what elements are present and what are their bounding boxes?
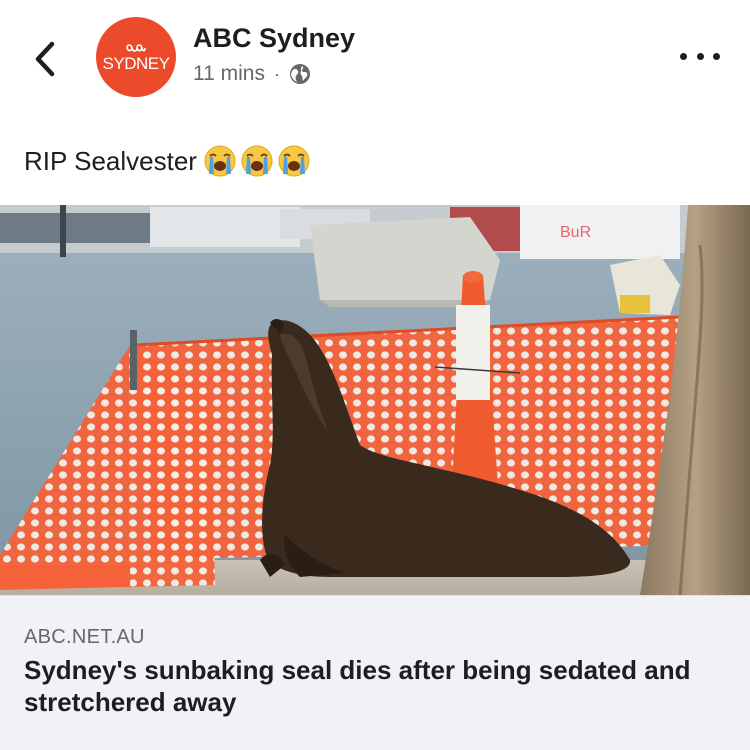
- post-header: SYDNEY ABC Sydney 11 mins ·: [0, 0, 750, 118]
- abc-logo-icon: [126, 43, 146, 52]
- meta-separator: ·: [273, 64, 280, 84]
- post-photo[interactable]: BuR: [0, 205, 750, 595]
- post-page: SYDNEY ABC Sydney 11 mins · RIP Sealvest…: [0, 0, 750, 750]
- more-options-button[interactable]: [680, 44, 720, 68]
- link-domain: ABC.NET.AU: [24, 626, 145, 648]
- loudly-crying-face-icon: [241, 145, 273, 177]
- post-message: RIP Sealvester: [24, 143, 314, 179]
- globe-icon: [289, 64, 310, 84]
- avatar[interactable]: SYDNEY: [96, 17, 176, 97]
- more-horizontal-icon-dot: [680, 52, 687, 60]
- post-timestamp[interactable]: 11 mins: [193, 60, 265, 88]
- svg-text:BuR: BuR: [560, 224, 591, 241]
- post-text: RIP Sealvester: [24, 146, 197, 176]
- loudly-crying-face-icon: [278, 145, 310, 177]
- avatar-label: SYDNEY: [102, 53, 170, 73]
- more-horizontal-icon-dot: [696, 52, 704, 60]
- post-meta: 11 mins ·: [193, 60, 312, 88]
- seal-photo-image: BuR: [0, 205, 750, 595]
- back-button[interactable]: [22, 34, 72, 84]
- loudly-crying-face-icon: [204, 145, 236, 177]
- link-title: Sydney's sunbaking seal dies after being…: [24, 655, 691, 717]
- chevron-left-icon: [35, 41, 55, 77]
- more-horizontal-icon-dot: [713, 52, 720, 60]
- link-preview-card[interactable]: ABC.NET.AU Sydney's sunbaking seal dies …: [0, 595, 750, 750]
- emoji-group: [203, 144, 314, 178]
- page-name-link[interactable]: ABC Sydney: [193, 22, 355, 54]
